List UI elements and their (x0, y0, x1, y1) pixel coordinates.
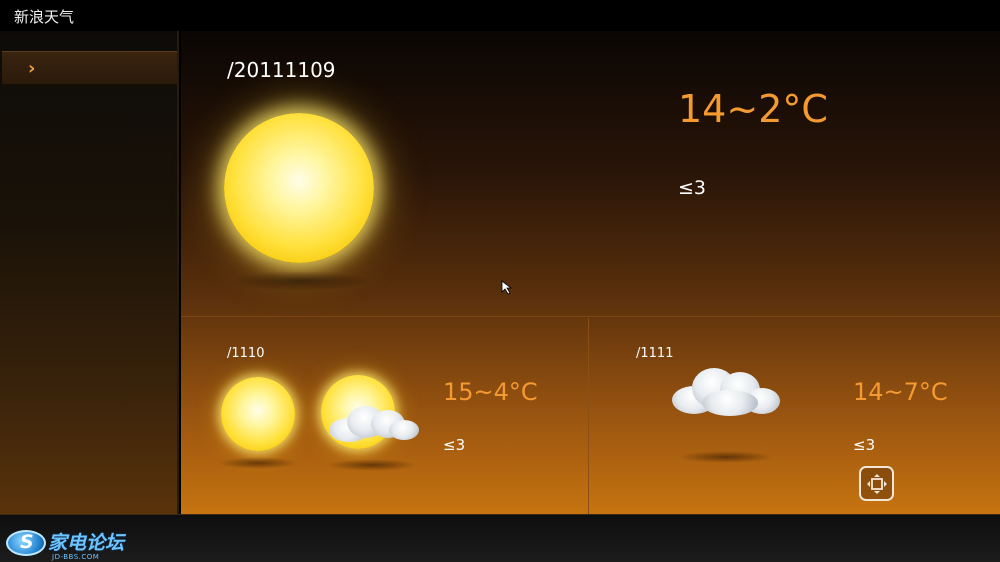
today-temperature: 14~2°C (678, 87, 828, 131)
cloud-icon (329, 400, 421, 444)
forecast-wind: ≤3 (853, 436, 876, 454)
forecast-day-2: /1111 14~7°C ≤3 (590, 318, 1000, 514)
forecast-temperature: 15~4°C (443, 378, 538, 406)
icon-shadow (231, 271, 371, 291)
sidebar: › (0, 31, 179, 514)
sun-icon (221, 377, 295, 451)
title-bar: 新浪天气 (0, 0, 1000, 31)
mouse-cursor-icon (501, 280, 513, 295)
move-arrows-icon (867, 474, 887, 494)
cloud-icon (672, 362, 782, 418)
watermark-logo: 家电论坛 JD-BBS.COM (6, 527, 128, 561)
bottom-bar: 家电论坛 JD-BBS.COM (0, 514, 1000, 562)
watermark-text: 家电论坛 (48, 532, 125, 554)
fullscreen-button[interactable] (859, 466, 894, 501)
weather-panel: /20111109 14~2°C ≤3 /1110 15~4°C ≤3 /111… (181, 31, 1000, 514)
chevron-right-icon: › (28, 58, 36, 79)
app-title: 新浪天气 (14, 8, 75, 26)
watermark-subtext: JD-BBS.COM (52, 553, 100, 561)
forecast-date: /1110 (227, 346, 265, 361)
sun-icon (224, 113, 374, 263)
icon-shadow (218, 457, 298, 469)
today-wind: ≤3 (678, 177, 707, 199)
sidebar-item-selected[interactable]: › (2, 51, 177, 85)
forecast-wind: ≤3 (443, 436, 466, 454)
icon-shadow (327, 459, 417, 471)
logo-icon (6, 530, 46, 556)
icon-shadow (678, 451, 774, 463)
today-date: /20111109 (227, 58, 336, 82)
forecast-day-1: /1110 15~4°C ≤3 (181, 318, 589, 514)
forecast-date: /1111 (636, 346, 674, 361)
forecast-temperature: 14~7°C (853, 378, 948, 406)
today-section: /20111109 14~2°C ≤3 (181, 31, 1000, 317)
